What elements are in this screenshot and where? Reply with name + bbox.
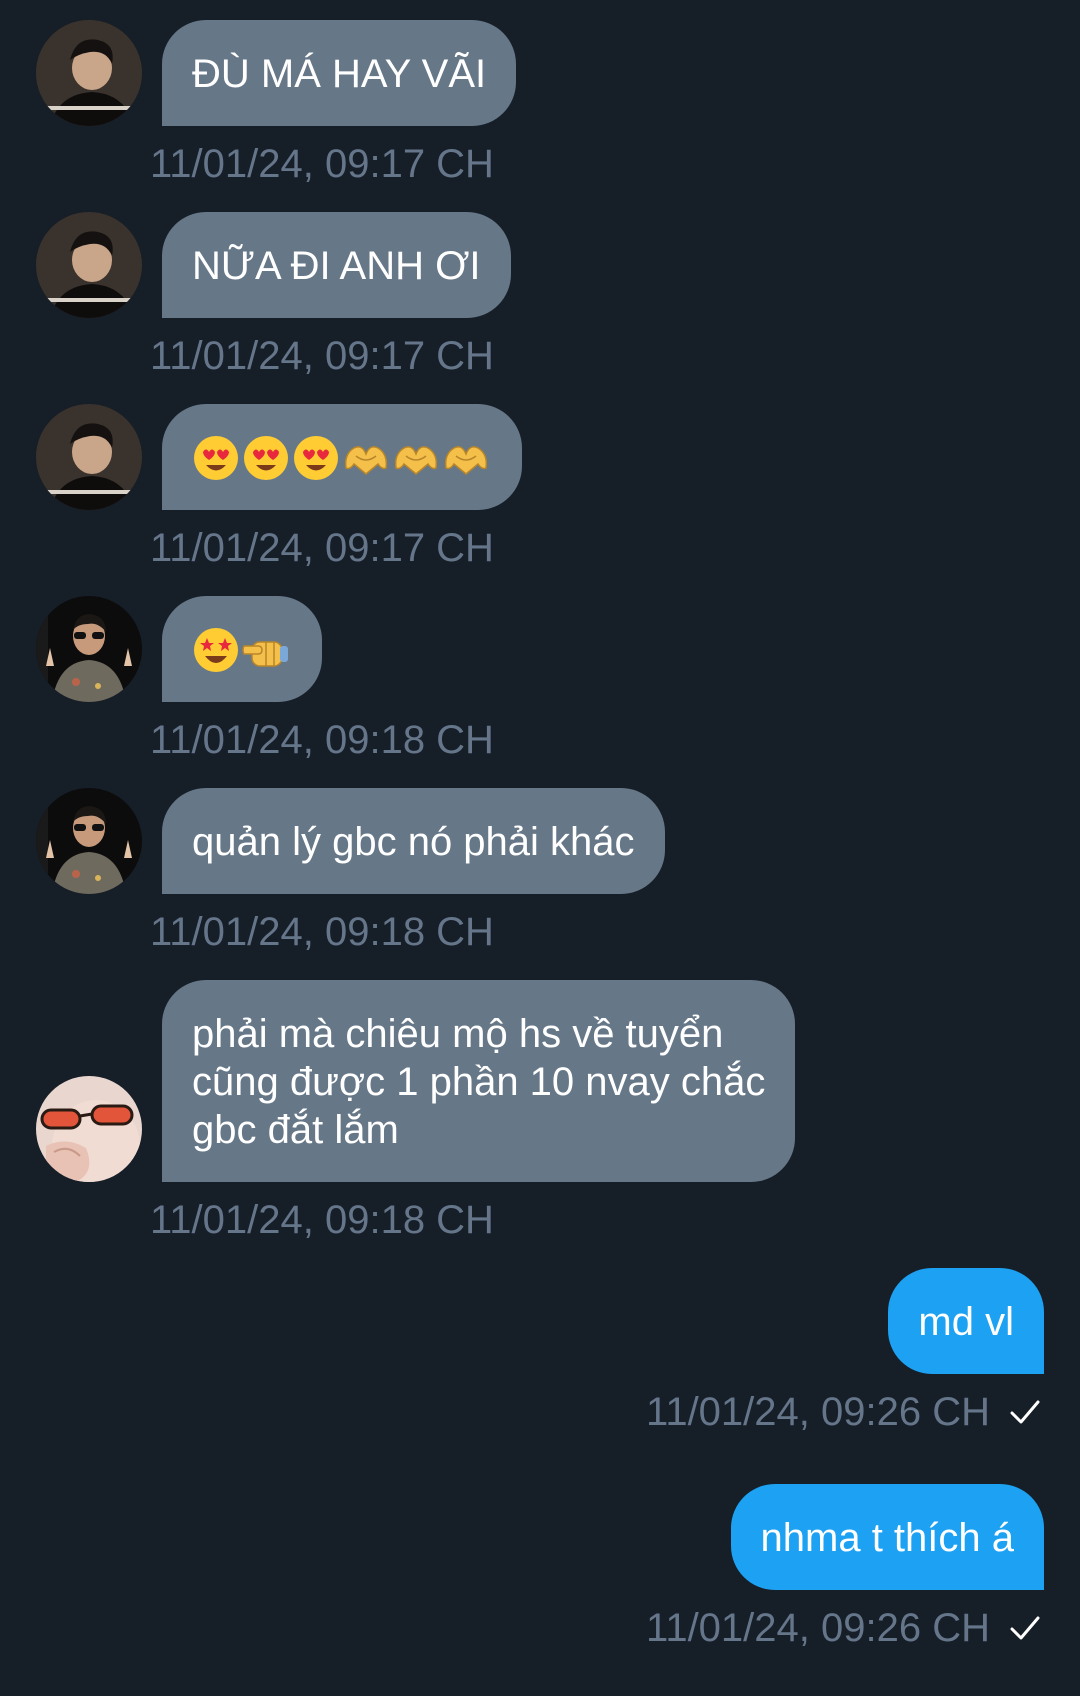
message-bubble[interactable]: nhma t thích á (730, 1484, 1044, 1590)
heart-eyes-emoji (194, 436, 238, 480)
avatar[interactable] (36, 20, 142, 126)
sent-check-icon (1008, 1611, 1042, 1645)
message-bubble[interactable] (162, 404, 522, 510)
pointing-fist-emoji (242, 641, 288, 667)
avatar[interactable] (36, 212, 142, 318)
message-timestamp: 11/01/24, 09:17 CH (150, 334, 494, 378)
message-bubble[interactable]: md vl (888, 1268, 1044, 1374)
message-bubble[interactable]: quản lý gbc nó phải khác (162, 788, 665, 894)
message-text-line: gbc đắt lắm (192, 1108, 399, 1152)
message-text: ĐÙ MÁ HAY VÃI (192, 52, 487, 96)
message-text: md vl (918, 1300, 1014, 1344)
heart-eyes-emoji (294, 436, 338, 480)
heart-hands-emoji (344, 446, 388, 475)
message-meta: 11/01/24, 09:26 CH (646, 1388, 1042, 1436)
message-meta: 11/01/24, 09:26 CH (646, 1604, 1042, 1652)
avatar[interactable] (36, 1076, 142, 1182)
message-thread: ĐÙ MÁ HAY VÃI 11/01/24, 09:17 CH NỮA ĐI … (0, 0, 1080, 1696)
message-timestamp: 11/01/24, 09:26 CH (646, 1606, 990, 1650)
message-text-line: cũng được 1 phần 10 nvay chắc (192, 1060, 766, 1104)
message-text: NỮA ĐI ANH ƠI (192, 244, 481, 288)
message-timestamp: 11/01/24, 09:17 CH (150, 526, 494, 570)
emoji-row (192, 626, 292, 674)
message-timestamp: 11/01/24, 09:26 CH (646, 1390, 990, 1434)
star-struck-emoji (194, 628, 238, 672)
message-bubble[interactable]: ĐÙ MÁ HAY VÃI (162, 20, 517, 126)
message-text-line: phải mà chiêu mộ hs về tuyển (192, 1012, 724, 1056)
message-timestamp: 11/01/24, 09:18 CH (150, 718, 494, 762)
message-bubble[interactable]: NỮA ĐI ANH ƠI (162, 212, 511, 318)
sent-check-icon (1008, 1395, 1042, 1429)
heart-eyes-emoji (244, 436, 288, 480)
avatar[interactable] (36, 788, 142, 894)
message-bubble[interactable] (162, 596, 322, 702)
message-text: nhma t thích á (760, 1516, 1014, 1560)
message-timestamp: 11/01/24, 09:18 CH (150, 1198, 494, 1242)
message-text: quản lý gbc nó phải khác (192, 820, 635, 864)
message-bubble[interactable]: phải mà chiêu mộ hs về tuyển cũng được 1… (162, 980, 796, 1182)
message-timestamp: 11/01/24, 09:17 CH (150, 142, 494, 186)
heart-hands-emoji (394, 446, 438, 475)
heart-hands-emoji (444, 446, 488, 475)
avatar[interactable] (36, 596, 142, 702)
message-timestamp: 11/01/24, 09:18 CH (150, 910, 494, 954)
emoji-row (192, 434, 492, 482)
avatar[interactable] (36, 404, 142, 510)
